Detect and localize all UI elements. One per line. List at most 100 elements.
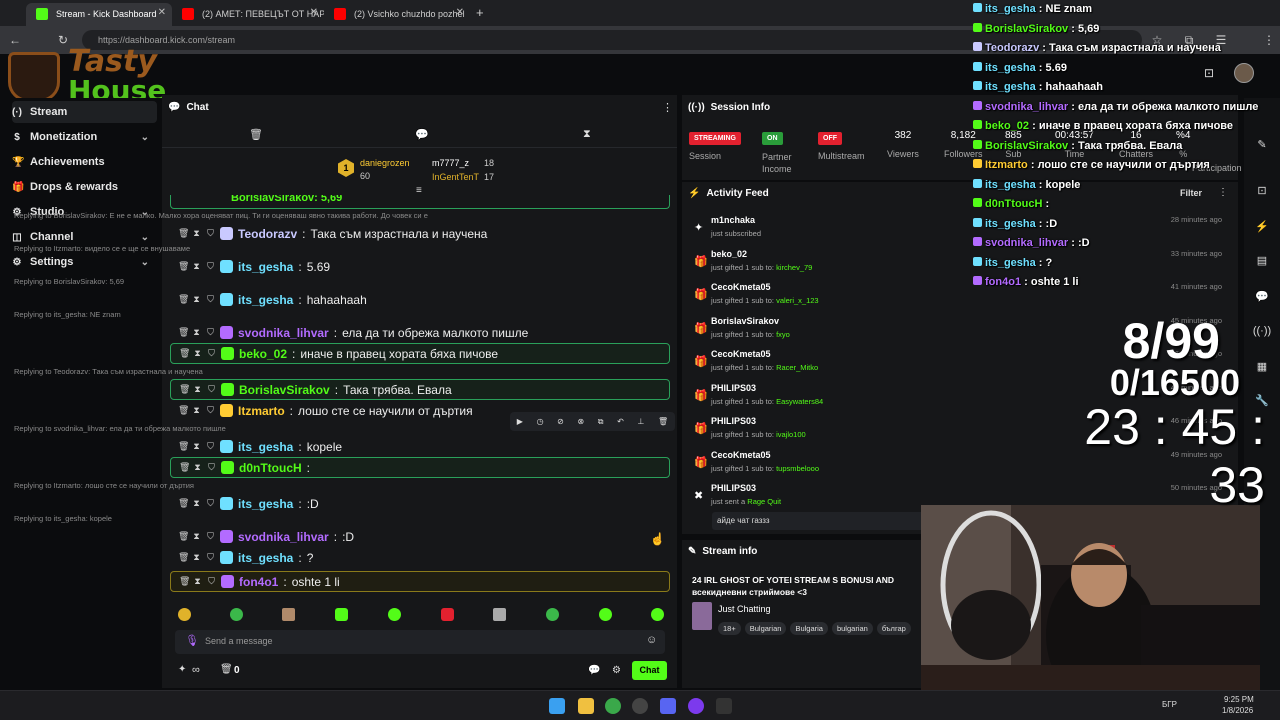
hourglass-icon[interactable]: ⧗: [193, 462, 202, 473]
hourglass-icon[interactable]: ⧗: [192, 261, 201, 272]
shield-icon[interactable]: ⛉: [206, 405, 215, 416]
activity-target[interactable]: kirchev_79: [776, 263, 812, 272]
trash-icon[interactable]: 🗑: [179, 384, 190, 395]
chat-settings-bubble-icon[interactable]: 💬: [588, 665, 600, 676]
chat-username[interactable]: fon4o1: [239, 575, 278, 589]
leader-name[interactable]: daniegrozen: [360, 158, 410, 168]
shield-icon[interactable]: ⛉: [207, 384, 216, 395]
close-tab-icon[interactable]: ✕: [456, 7, 464, 18]
emote-icon[interactable]: [282, 608, 295, 621]
activity-user[interactable]: CecoKmeta05: [711, 450, 771, 460]
hourglass-icon[interactable]: ⧗: [193, 384, 202, 395]
activity-user[interactable]: PHILIPS03: [711, 483, 756, 493]
trash-icon[interactable]: 🗑: [178, 294, 189, 305]
chat-username[interactable]: its_gesha: [238, 440, 293, 454]
windows-start-icon[interactable]: [549, 698, 565, 714]
activity-target[interactable]: Easywaters84: [776, 397, 823, 406]
emote-icon[interactable]: [546, 608, 559, 621]
clock-time[interactable]: 9:25 PM: [1224, 695, 1254, 704]
leader-name[interactable]: InGentTenT: [432, 172, 479, 182]
terminal-icon[interactable]: [716, 698, 732, 714]
emote-icon[interactable]: [599, 608, 612, 621]
copy-icon[interactable]: ⧉: [598, 417, 604, 427]
shield-icon[interactable]: ⛉: [206, 498, 215, 509]
activity-user[interactable]: CecoKmeta05: [711, 282, 771, 292]
chrome-icon[interactable]: [605, 698, 621, 714]
sidebar-item-achievements[interactable]: 🏆 Achievements: [12, 151, 157, 173]
activity-user[interactable]: CecoKmeta05: [711, 349, 771, 359]
obs-icon[interactable]: [632, 698, 648, 714]
edit-icon[interactable]: ✎: [1251, 134, 1273, 156]
chat-message[interactable]: 🗑 ⧗ ⛉ its_gesha: hahaahaah: [170, 289, 670, 310]
hourglass-icon[interactable]: ⧗: [192, 228, 201, 239]
tab-youtube-1[interactable]: (2) АМЕТ: ПЕВЕЦЪТ ОТ НАРОД ✕: [172, 3, 324, 26]
discord-icon[interactable]: [660, 698, 676, 714]
studio-icon[interactable]: ⊡: [1204, 66, 1214, 80]
activity-target[interactable]: tupsmbelooo: [776, 464, 819, 473]
emote-icon[interactable]: [335, 608, 348, 621]
microphone-icon[interactable]: 🎙: [185, 634, 199, 647]
app-icon[interactable]: [688, 698, 704, 714]
chat-username[interactable]: its_gesha: [238, 260, 293, 274]
activity-target[interactable]: valeri_x_123: [776, 296, 819, 305]
trash-icon[interactable]: 🗑: [178, 327, 189, 338]
shield-icon[interactable]: ⛉: [207, 348, 216, 359]
shield-icon[interactable]: ⛉: [206, 228, 215, 239]
hourglass-icon[interactable]: ⧗: [192, 441, 201, 452]
hourglass-icon[interactable]: ⧗: [192, 327, 201, 338]
chat-message[interactable]: 🗑 ⧗ ⛉ svodnika_lihvar::D: [170, 526, 670, 547]
ban-icon[interactable]: ⊗: [577, 417, 584, 426]
chat-username[interactable]: svodnika_lihvar: [238, 326, 329, 340]
file-explorer-icon[interactable]: [578, 698, 594, 714]
hourglass-icon[interactable]: ⧗: [192, 405, 201, 416]
send-chat-button[interactable]: Chat: [632, 661, 667, 680]
pin-icon[interactable]: ⊥: [637, 417, 644, 426]
chat-message[interactable]: 🗑 ⧗ ⛉ Teodorazv: Така съм израстнала и науче…: [170, 223, 670, 244]
tab-kick-dashboard[interactable]: Stream - Kick Dashboard ✕: [26, 3, 172, 26]
trash-icon[interactable]: 🗑: [178, 552, 189, 563]
trash-icon[interactable]: 🗑: [178, 498, 189, 509]
chat-username[interactable]: svodnika_lihvar: [238, 530, 329, 544]
trash-icon[interactable]: 🗑: [179, 576, 190, 587]
shield-icon[interactable]: ⛉: [206, 552, 215, 563]
chat-icon[interactable]: 💬: [1251, 286, 1273, 308]
delete-icon[interactable]: 🗑: [658, 417, 668, 426]
close-tab-icon[interactable]: ✕: [310, 7, 318, 18]
hourglass-icon[interactable]: ⧗: [192, 531, 201, 542]
chat-message-input[interactable]: Send a message: [175, 630, 665, 654]
hourglass-icon[interactable]: ⧗: [192, 294, 201, 305]
chat-username[interactable]: Itzmarto: [238, 404, 285, 418]
activity-target[interactable]: Rage Quit: [747, 497, 781, 506]
layout-icon[interactable]: ▦: [1251, 356, 1273, 378]
chat-message[interactable]: 🗑 ⧗ ⛉ its_gesha: kopele: [170, 436, 670, 457]
shield-icon[interactable]: ⛉: [206, 261, 215, 272]
chat-username[interactable]: Teodorazv: [238, 227, 297, 241]
hourglass-icon[interactable]: ⧗: [192, 552, 201, 563]
chat-username[interactable]: beko_02: [239, 347, 287, 361]
emoji-icon[interactable]: ☺: [646, 634, 657, 646]
chat-message[interactable]: 🗑 ⧗ ⛉ svodnika_lihvar: ела да ти обрежа малк…: [170, 322, 670, 343]
activity-user[interactable]: BorislavSirakov: [711, 316, 779, 326]
chat-message[interactable]: 🗑 ⧗ ⛉ its_gesha:5.69: [170, 256, 670, 277]
broadcast-icon[interactable]: ((·)): [1251, 320, 1273, 342]
hourglass-icon[interactable]: ⧗: [192, 498, 201, 509]
emote-icon[interactable]: [178, 608, 191, 621]
activity-user[interactable]: m1nchaka: [711, 215, 755, 225]
activity-user[interactable]: beko_02: [711, 249, 747, 259]
shield-icon[interactable]: ⛉: [206, 327, 215, 338]
hourglass-icon[interactable]: ⧗: [193, 576, 202, 587]
sidebar-item-drops[interactable]: 🎁 Drops & rewards: [12, 176, 157, 198]
emote-icon[interactable]: [441, 608, 454, 621]
shield-icon[interactable]: ⛉: [206, 294, 215, 305]
chat-message[interactable]: 🗑 ⧗ ⛉ BorislavSirakov: Така трябва. Евала: [170, 379, 670, 400]
user-avatar[interactable]: [1234, 63, 1254, 83]
activity-user[interactable]: PHILIPS03: [711, 416, 756, 426]
chat-username[interactable]: its_gesha: [238, 551, 293, 565]
emote-icon[interactable]: [651, 608, 664, 621]
trash-icon[interactable]: 🗑: [178, 405, 189, 416]
clock-icon[interactable]: ◷: [537, 417, 544, 426]
trash-icon[interactable]: 🗑: [179, 348, 190, 359]
browser-menu-icon[interactable]: ⋮: [1260, 31, 1278, 49]
chat-username[interactable]: d0nTtoucH: [239, 461, 302, 475]
trash-icon[interactable]: 🗑: [178, 261, 189, 272]
